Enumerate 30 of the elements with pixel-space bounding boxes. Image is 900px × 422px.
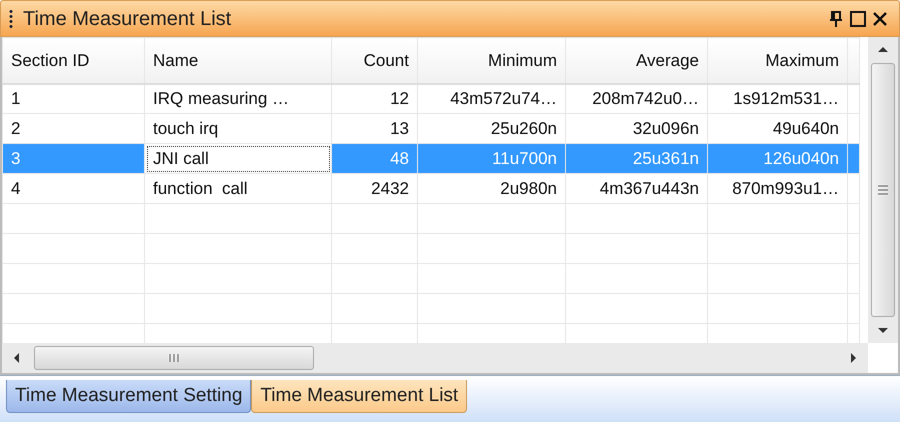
column-header[interactable]: Minimum [418,38,566,84]
table-cell: function call [144,174,332,204]
table-cell: 2432 [332,174,418,204]
table-cell: 4m367u443n [566,174,708,204]
table-cell: 126u040n [708,144,848,174]
table-cell: 870m993u1… [708,174,848,204]
table-cell: 25u361n [566,144,708,174]
scrollbar-thumb[interactable] [34,346,314,370]
column-header[interactable]: Count [332,38,418,84]
table-cell: JNI call [144,144,332,174]
grip-icon[interactable] [9,8,13,28]
table-cell: 4 [2,174,144,204]
panel-title: Time Measurement List [23,6,232,32]
table-cell: 208m742u0… [566,84,708,114]
table-cell: 3 [2,144,144,174]
table-cell: IRQ measuring … [144,84,332,114]
column-header[interactable]: Section ID [2,38,144,84]
tab[interactable]: Time Measurement List [251,380,468,413]
column-header[interactable]: Average [566,38,708,84]
table-cell: 1 [2,84,144,114]
table-cell: 11u700n [418,144,566,174]
table-cell: 12 [332,84,418,114]
column-header[interactable]: Name [144,38,332,84]
column-header[interactable]: Maximum [708,38,848,84]
tab[interactable]: Time Measurement Setting [6,380,252,413]
table-cell: 2u980n [418,174,566,204]
table-cell: 1s912m531… [708,84,848,114]
table-cell: 48 [332,144,418,174]
scrollbar-thumb[interactable] [871,63,895,317]
table-cell: 43m572u74… [418,84,566,114]
